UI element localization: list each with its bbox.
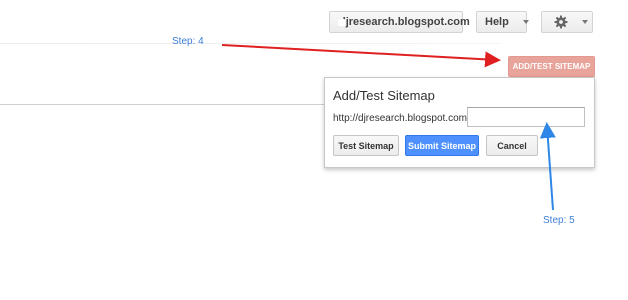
step-4-arrow <box>221 44 501 68</box>
step-5-arrow <box>539 122 556 211</box>
annotation-arrows <box>221 44 556 211</box>
page: djresearch.blogspot.com Help Step: 4 ADD… <box>0 0 628 300</box>
